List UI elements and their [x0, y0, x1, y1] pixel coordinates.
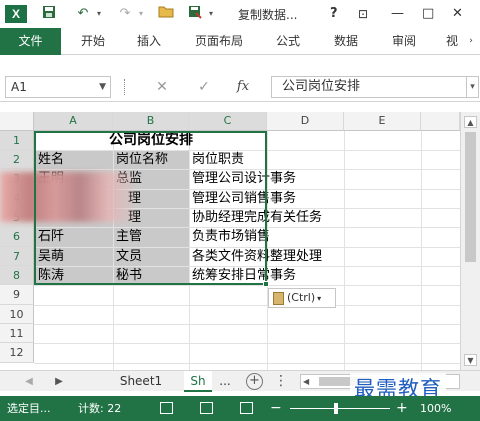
paste-options-dropdown-icon: ▾ [317, 294, 322, 303]
row-header-12[interactable]: 12 [0, 343, 34, 363]
clipboard-icon [273, 291, 284, 305]
sheet-tab-active[interactable]: Sh [184, 371, 212, 392]
tab-insert[interactable]: 插入 [126, 28, 172, 55]
row-header-8[interactable]: 8 [0, 266, 34, 285]
cancel-formula-button[interactable]: ✕ [152, 77, 172, 97]
tab-home[interactable]: 开始 [70, 28, 116, 55]
excel-window: X ↶ ▾ ↷ ▾ ▾ 复制数据... ? ⊡ — □ ✕ 文件 开始 插入 页… [0, 0, 480, 421]
name-box-dropdown-icon[interactable]: ▼ [99, 77, 106, 97]
formula-bar: A1 ▼ ✕ ✓ fx 公司岗位安排 ▾ [0, 73, 480, 102]
customize-toolbar-icon[interactable]: ▾ [206, 5, 216, 23]
tab-file[interactable]: 文件 [0, 28, 61, 55]
grid-line [34, 324, 460, 325]
undo-icon[interactable]: ↶ [72, 5, 94, 23]
row-header-11[interactable]: 11 [0, 324, 34, 343]
normal-view-icon[interactable] [160, 402, 173, 414]
zoom-out-icon[interactable]: − [270, 396, 282, 421]
open-folder-icon[interactable] [156, 5, 176, 23]
formula-input[interactable]: 公司岗位安排 [271, 76, 467, 98]
page-break-view-icon[interactable] [240, 402, 253, 414]
column-header-d[interactable]: D [267, 112, 344, 131]
redo-icon[interactable]: ↷ [114, 5, 136, 23]
save-icon[interactable] [40, 5, 58, 23]
column-header-f[interactable] [421, 112, 460, 131]
zoom-in-icon[interactable]: + [396, 396, 408, 421]
tab-view[interactable]: 视 [440, 28, 464, 55]
maximize-button[interactable]: □ [422, 5, 434, 23]
enter-formula-button[interactable]: ✓ [194, 77, 214, 97]
column-header-c[interactable]: C [189, 112, 267, 131]
fill-handle[interactable] [263, 281, 269, 287]
vertical-scrollbar[interactable]: ▲ ▼ [460, 112, 480, 370]
next-sheet-icon[interactable]: ▶ [52, 371, 66, 392]
scroll-left-icon[interactable]: ◀ [303, 375, 309, 388]
zoom-level[interactable]: 100% [420, 396, 451, 421]
row-header-7[interactable]: 7 [0, 247, 34, 266]
ribbon-scroll-right-icon[interactable]: › [464, 28, 478, 55]
row-header-9[interactable]: 9 [0, 285, 34, 305]
grid-line [34, 285, 460, 286]
close-button[interactable]: ✕ [452, 5, 463, 23]
expand-formula-bar-icon[interactable]: ▾ [467, 76, 479, 98]
select-all-corner[interactable] [0, 112, 34, 131]
prev-sheet-icon[interactable]: ◀ [22, 371, 36, 392]
insert-function-button[interactable]: fx [233, 77, 253, 97]
name-box-value: A1 [11, 80, 27, 94]
paste-options-label: (Ctrl) [287, 291, 316, 304]
undo-dropdown-icon[interactable]: ▾ [94, 5, 104, 23]
ribbon-display-options-icon[interactable]: ⊡ [358, 5, 368, 23]
tab-formulas[interactable]: 公式 [266, 28, 310, 55]
scroll-down-icon[interactable]: ▼ [464, 354, 477, 366]
minimize-button[interactable]: — [391, 5, 404, 23]
help-icon[interactable]: ? [330, 5, 338, 23]
zoom-slider-thumb[interactable] [334, 403, 338, 414]
scroll-up-icon[interactable]: ▲ [464, 116, 477, 128]
grid-line [34, 343, 460, 344]
status-mode: 选定目... [7, 402, 51, 415]
row-header-2[interactable]: 2 [0, 150, 34, 169]
add-sheet-icon[interactable]: + [246, 373, 263, 390]
grid-line [344, 131, 345, 370]
redo-dropdown-icon[interactable]: ▾ [136, 5, 146, 23]
tab-review[interactable]: 审阅 [382, 28, 426, 55]
row-header-6[interactable]: 6 [0, 227, 34, 247]
status-count: 计数: 22 [78, 402, 122, 415]
formula-bar-separator [124, 79, 126, 95]
tab-page-layout[interactable]: 页面布局 [186, 28, 252, 55]
grid-line [34, 305, 460, 306]
paste-options-button[interactable]: (Ctrl) ▾ [268, 288, 336, 308]
vertical-scroll-thumb[interactable] [465, 132, 476, 262]
ribbon-collapsed-area [0, 55, 480, 73]
page-layout-view-icon[interactable] [200, 402, 213, 414]
save-as-icon[interactable] [186, 5, 204, 23]
ribbon-tabs: 文件 开始 插入 页面布局 公式 数据 审阅 视 › [0, 28, 480, 55]
column-header-a[interactable]: A [34, 112, 113, 131]
zoom-slider[interactable] [290, 408, 390, 409]
status-bar: 选定目... 计数: 22 − + 100% [0, 396, 480, 421]
window-title: 复制数据... [238, 8, 298, 22]
tab-splitter-icon[interactable]: ⋮ [274, 371, 288, 392]
column-header-e[interactable]: E [344, 112, 421, 131]
sheet-tab-sheet1[interactable]: Sheet1 [112, 371, 170, 392]
worksheet-grid[interactable]: A B C D E 1 2 3 4 5 6 7 8 9 10 11 12 [0, 102, 480, 370]
row-header-1[interactable]: 1 [0, 131, 34, 150]
row-header-10[interactable]: 10 [0, 305, 34, 324]
grid-line [34, 363, 460, 364]
title-bar: X ↶ ▾ ↷ ▾ ▾ 复制数据... ? ⊡ — □ ✕ [0, 0, 480, 28]
name-box[interactable]: A1 ▼ [5, 76, 111, 98]
excel-logo-icon: X [5, 5, 27, 23]
selection-border [34, 131, 267, 285]
grid-line [421, 131, 422, 370]
tab-data[interactable]: 数据 [324, 28, 368, 55]
column-header-b[interactable]: B [113, 112, 189, 131]
more-sheets-button[interactable]: ... [214, 371, 236, 392]
